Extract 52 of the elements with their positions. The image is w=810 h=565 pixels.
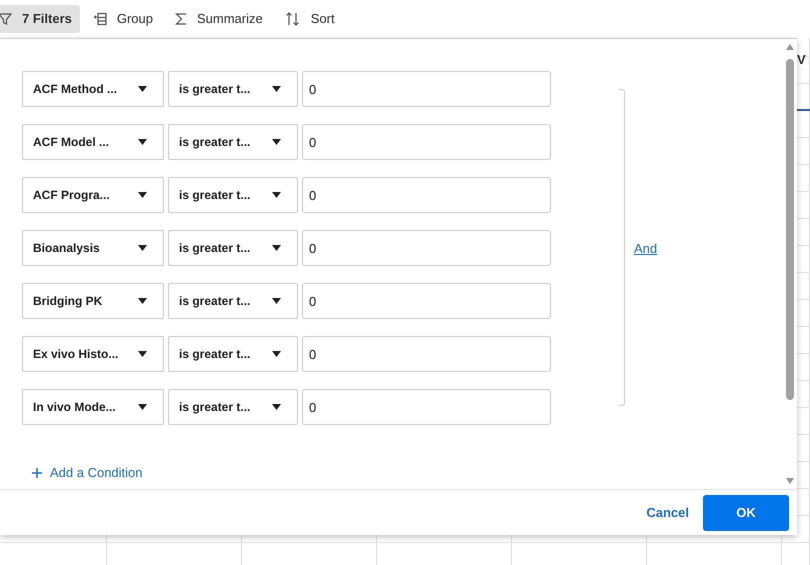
field-dropdown[interactable]: Bioanalysis xyxy=(22,230,164,266)
value-input[interactable]: 0 xyxy=(302,336,551,372)
operator-dropdown[interactable]: is greater t... xyxy=(168,389,298,425)
filter-icon xyxy=(0,12,12,26)
scroll-down-icon[interactable] xyxy=(785,477,795,485)
cancel-button[interactable]: Cancel xyxy=(646,502,689,522)
plus-icon xyxy=(32,468,42,478)
caret-icon xyxy=(272,245,281,251)
value-input[interactable]: 0 xyxy=(302,124,551,160)
operator-dropdown[interactable]: is greater t... xyxy=(168,230,298,266)
operator-dropdown[interactable]: is greater t... xyxy=(168,71,298,107)
field-dropdown[interactable]: ACF Model ... xyxy=(22,124,164,160)
and-link[interactable]: And xyxy=(634,239,658,258)
caret-icon xyxy=(272,404,281,410)
field-dropdown[interactable]: ACF Progra... xyxy=(22,177,164,213)
value-input[interactable]: 0 xyxy=(302,389,551,425)
column-header: V xyxy=(797,51,806,69)
field-dropdown[interactable]: In vivo Mode... xyxy=(22,389,164,425)
toolbar-button[interactable]: Sort xyxy=(276,5,344,33)
value-input[interactable]: 0 xyxy=(302,177,551,213)
caret-icon xyxy=(272,139,281,145)
caret-icon xyxy=(138,192,147,198)
scrollbar[interactable] xyxy=(785,43,795,485)
toolbar-button[interactable]: Group xyxy=(84,5,162,33)
caret-icon xyxy=(138,86,147,92)
ok-button[interactable]: OK xyxy=(703,494,789,530)
add-condition-link[interactable]: Add a Condition xyxy=(32,463,143,482)
sort-icon xyxy=(284,12,301,26)
sigma-icon xyxy=(175,12,187,26)
caret-icon xyxy=(272,351,281,357)
field-dropdown[interactable]: Ex vivo Histo... xyxy=(22,336,164,372)
scroll-up-icon[interactable] xyxy=(785,43,795,51)
caret-icon xyxy=(138,139,147,145)
toolbar-button[interactable]: Summarize xyxy=(166,5,272,33)
field-dropdown[interactable]: Bridging PK xyxy=(22,283,164,319)
value-input[interactable]: 0 xyxy=(302,71,551,107)
value-input[interactable]: 0 xyxy=(302,230,551,266)
caret-icon xyxy=(138,298,147,304)
toolbar-button[interactable]: 7 Filters xyxy=(0,5,80,33)
caret-icon xyxy=(138,245,147,251)
caret-icon xyxy=(138,351,147,357)
caret-icon xyxy=(272,192,281,198)
operator-dropdown[interactable]: is greater t... xyxy=(168,177,298,213)
operator-dropdown[interactable]: is greater t... xyxy=(168,124,298,160)
caret-icon xyxy=(138,404,147,410)
operator-dropdown[interactable]: is greater t... xyxy=(168,336,298,372)
caret-icon xyxy=(272,86,281,92)
operator-dropdown[interactable]: is greater t... xyxy=(168,283,298,319)
field-dropdown[interactable]: ACF Method ... xyxy=(22,71,164,107)
group-icon xyxy=(92,12,107,26)
value-input[interactable]: 0 xyxy=(302,283,551,319)
caret-icon xyxy=(272,298,281,304)
